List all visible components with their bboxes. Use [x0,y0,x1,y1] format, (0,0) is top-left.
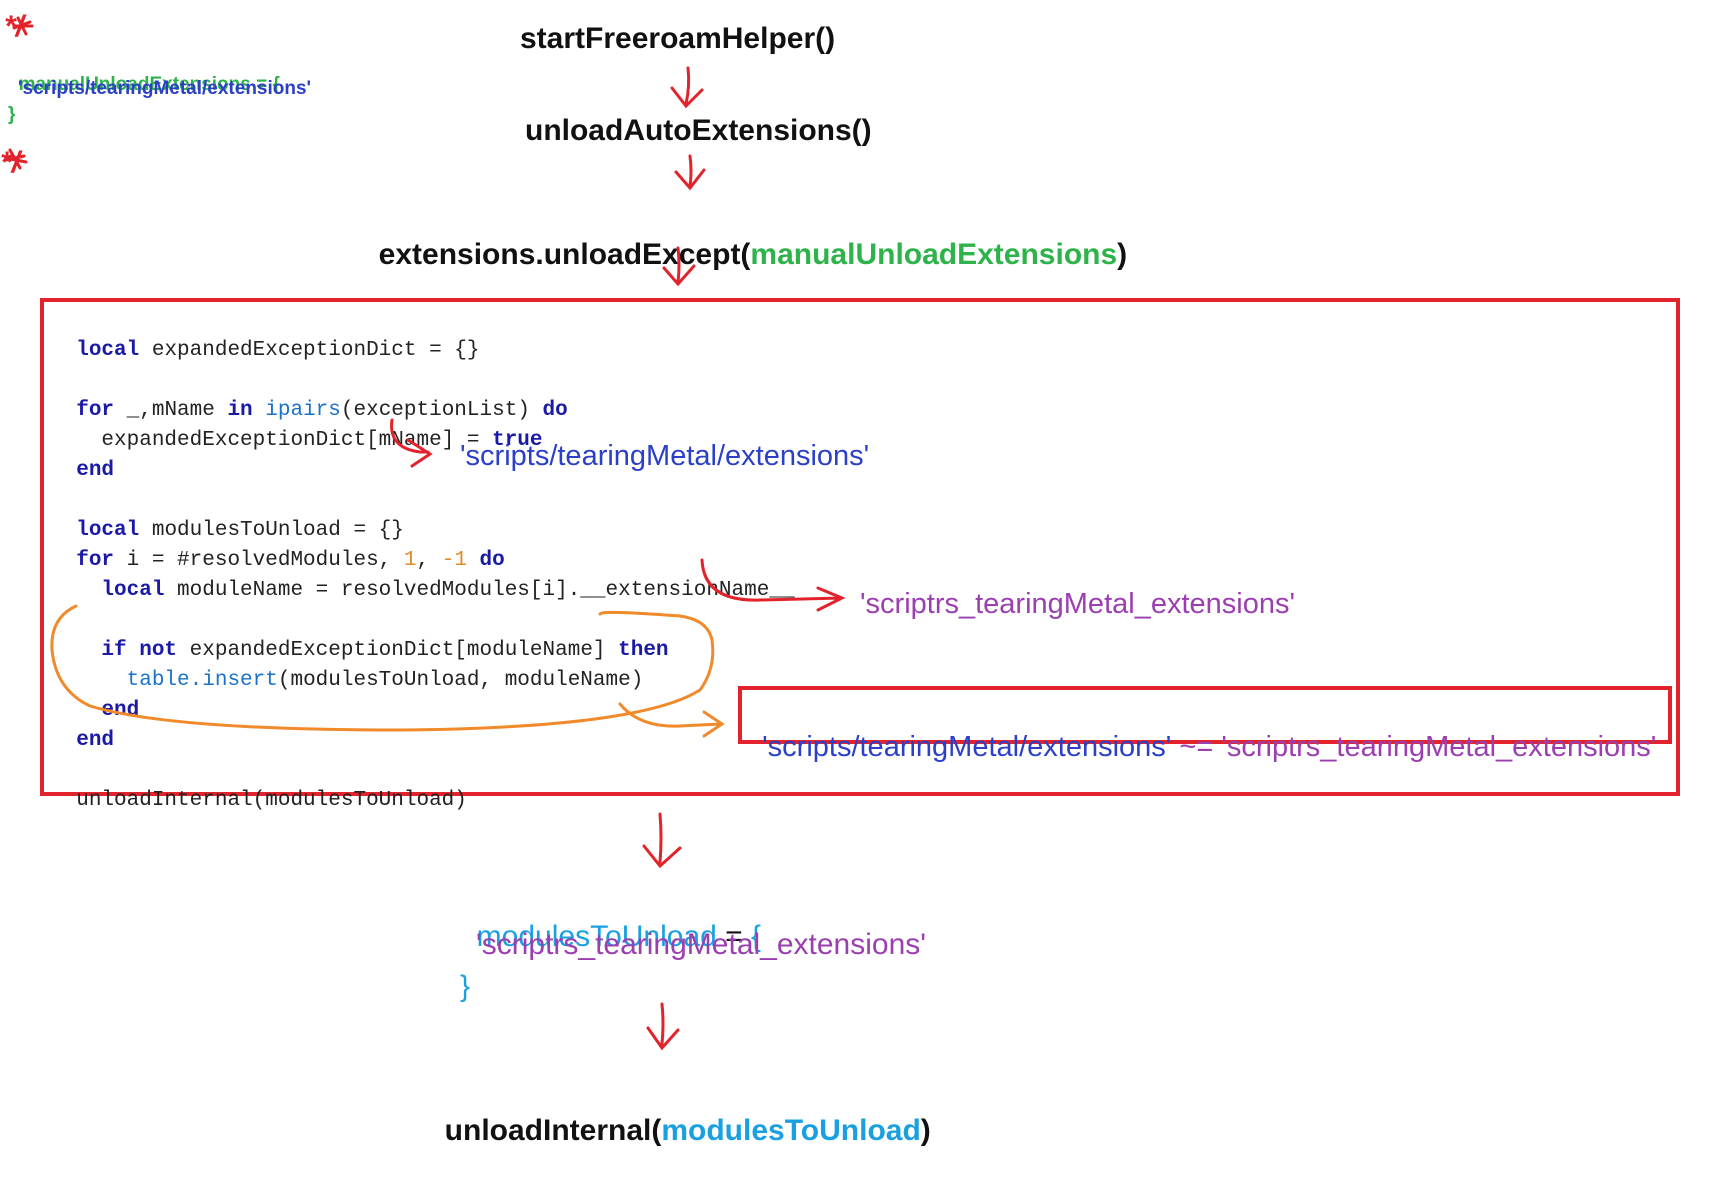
comment-star-mark-2 [4,148,28,170]
flow-arrow-4 [642,812,682,869]
flow-arrow-3 [662,246,696,287]
if-block-circle [50,604,715,732]
flow-arrow-5 [646,1002,680,1051]
comment-star-mark [12,16,34,36]
annotation-overlay [4,16,846,1051]
extname-arrow [700,558,846,612]
flow-arrow-2 [674,154,706,191]
flow-arrow-1 [670,66,704,109]
mname-arrow [390,418,433,468]
comparison-arrow [618,702,725,738]
